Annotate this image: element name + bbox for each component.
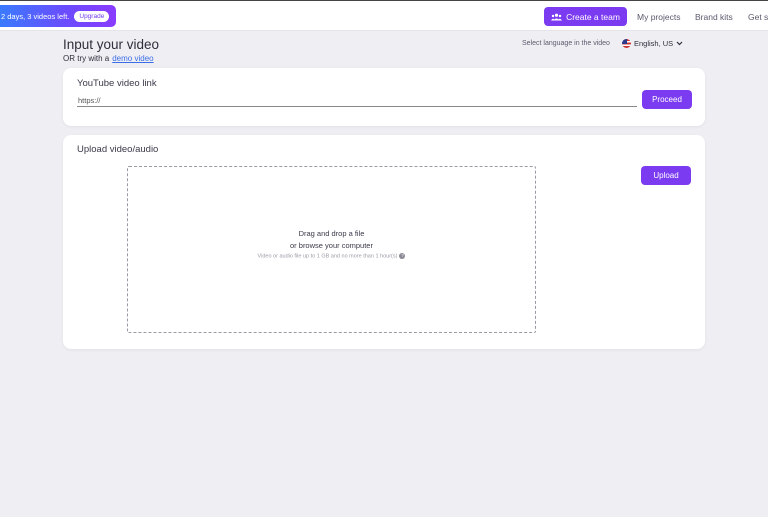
youtube-card: YouTube video link Proceed [63, 68, 705, 126]
youtube-card-title: YouTube video link [77, 78, 157, 89]
chevron-down-icon [676, 41, 683, 46]
page-title: Input your video [63, 37, 160, 52]
upgrade-button[interactable]: Upgrade [74, 10, 110, 22]
us-flag-icon [622, 39, 631, 48]
upload-card-title: Upload video/audio [77, 144, 159, 155]
upload-card: Upload video/audio Drag and drop a file … [63, 135, 705, 349]
top-bar: 2 days, 3 videos left. Upgrade Create a … [0, 0, 768, 31]
file-dropzone[interactable]: Drag and drop a file or browse your comp… [127, 166, 536, 333]
create-team-label: Create a team [566, 11, 620, 22]
nav-brand-kits[interactable]: Brand kits [695, 12, 733, 22]
language-select[interactable]: English, US [622, 39, 683, 48]
language-label: Select language in the video [522, 40, 610, 47]
trial-status-text: 2 days, 3 videos left. [1, 11, 70, 21]
team-icon [551, 13, 563, 20]
nav-get-started[interactable]: Get st [748, 12, 768, 22]
demo-video-link[interactable]: demo video [112, 54, 153, 63]
file-limit-text: Video or audio file up to 1 GB and no mo… [257, 253, 398, 260]
browse-computer-link[interactable]: or browse your computer [128, 241, 535, 250]
upload-button[interactable]: Upload [641, 166, 691, 185]
nav-my-projects[interactable]: My projects [637, 12, 680, 22]
language-value: English, US [634, 39, 674, 48]
demo-line: OR try with a demo video [63, 54, 154, 63]
drop-instruction: Drag and drop a file [298, 229, 365, 238]
create-team-button[interactable]: Create a team [544, 7, 627, 26]
proceed-button[interactable]: Proceed [642, 90, 692, 109]
demo-prefix: OR try with a [63, 54, 110, 63]
youtube-url-input[interactable] [77, 95, 637, 107]
trial-banner: 2 days, 3 videos left. Upgrade [0, 5, 116, 27]
help-icon[interactable]: ? [399, 253, 406, 259]
file-limit-hint: Video or audio file up to 1 GB and no mo… [128, 253, 535, 259]
